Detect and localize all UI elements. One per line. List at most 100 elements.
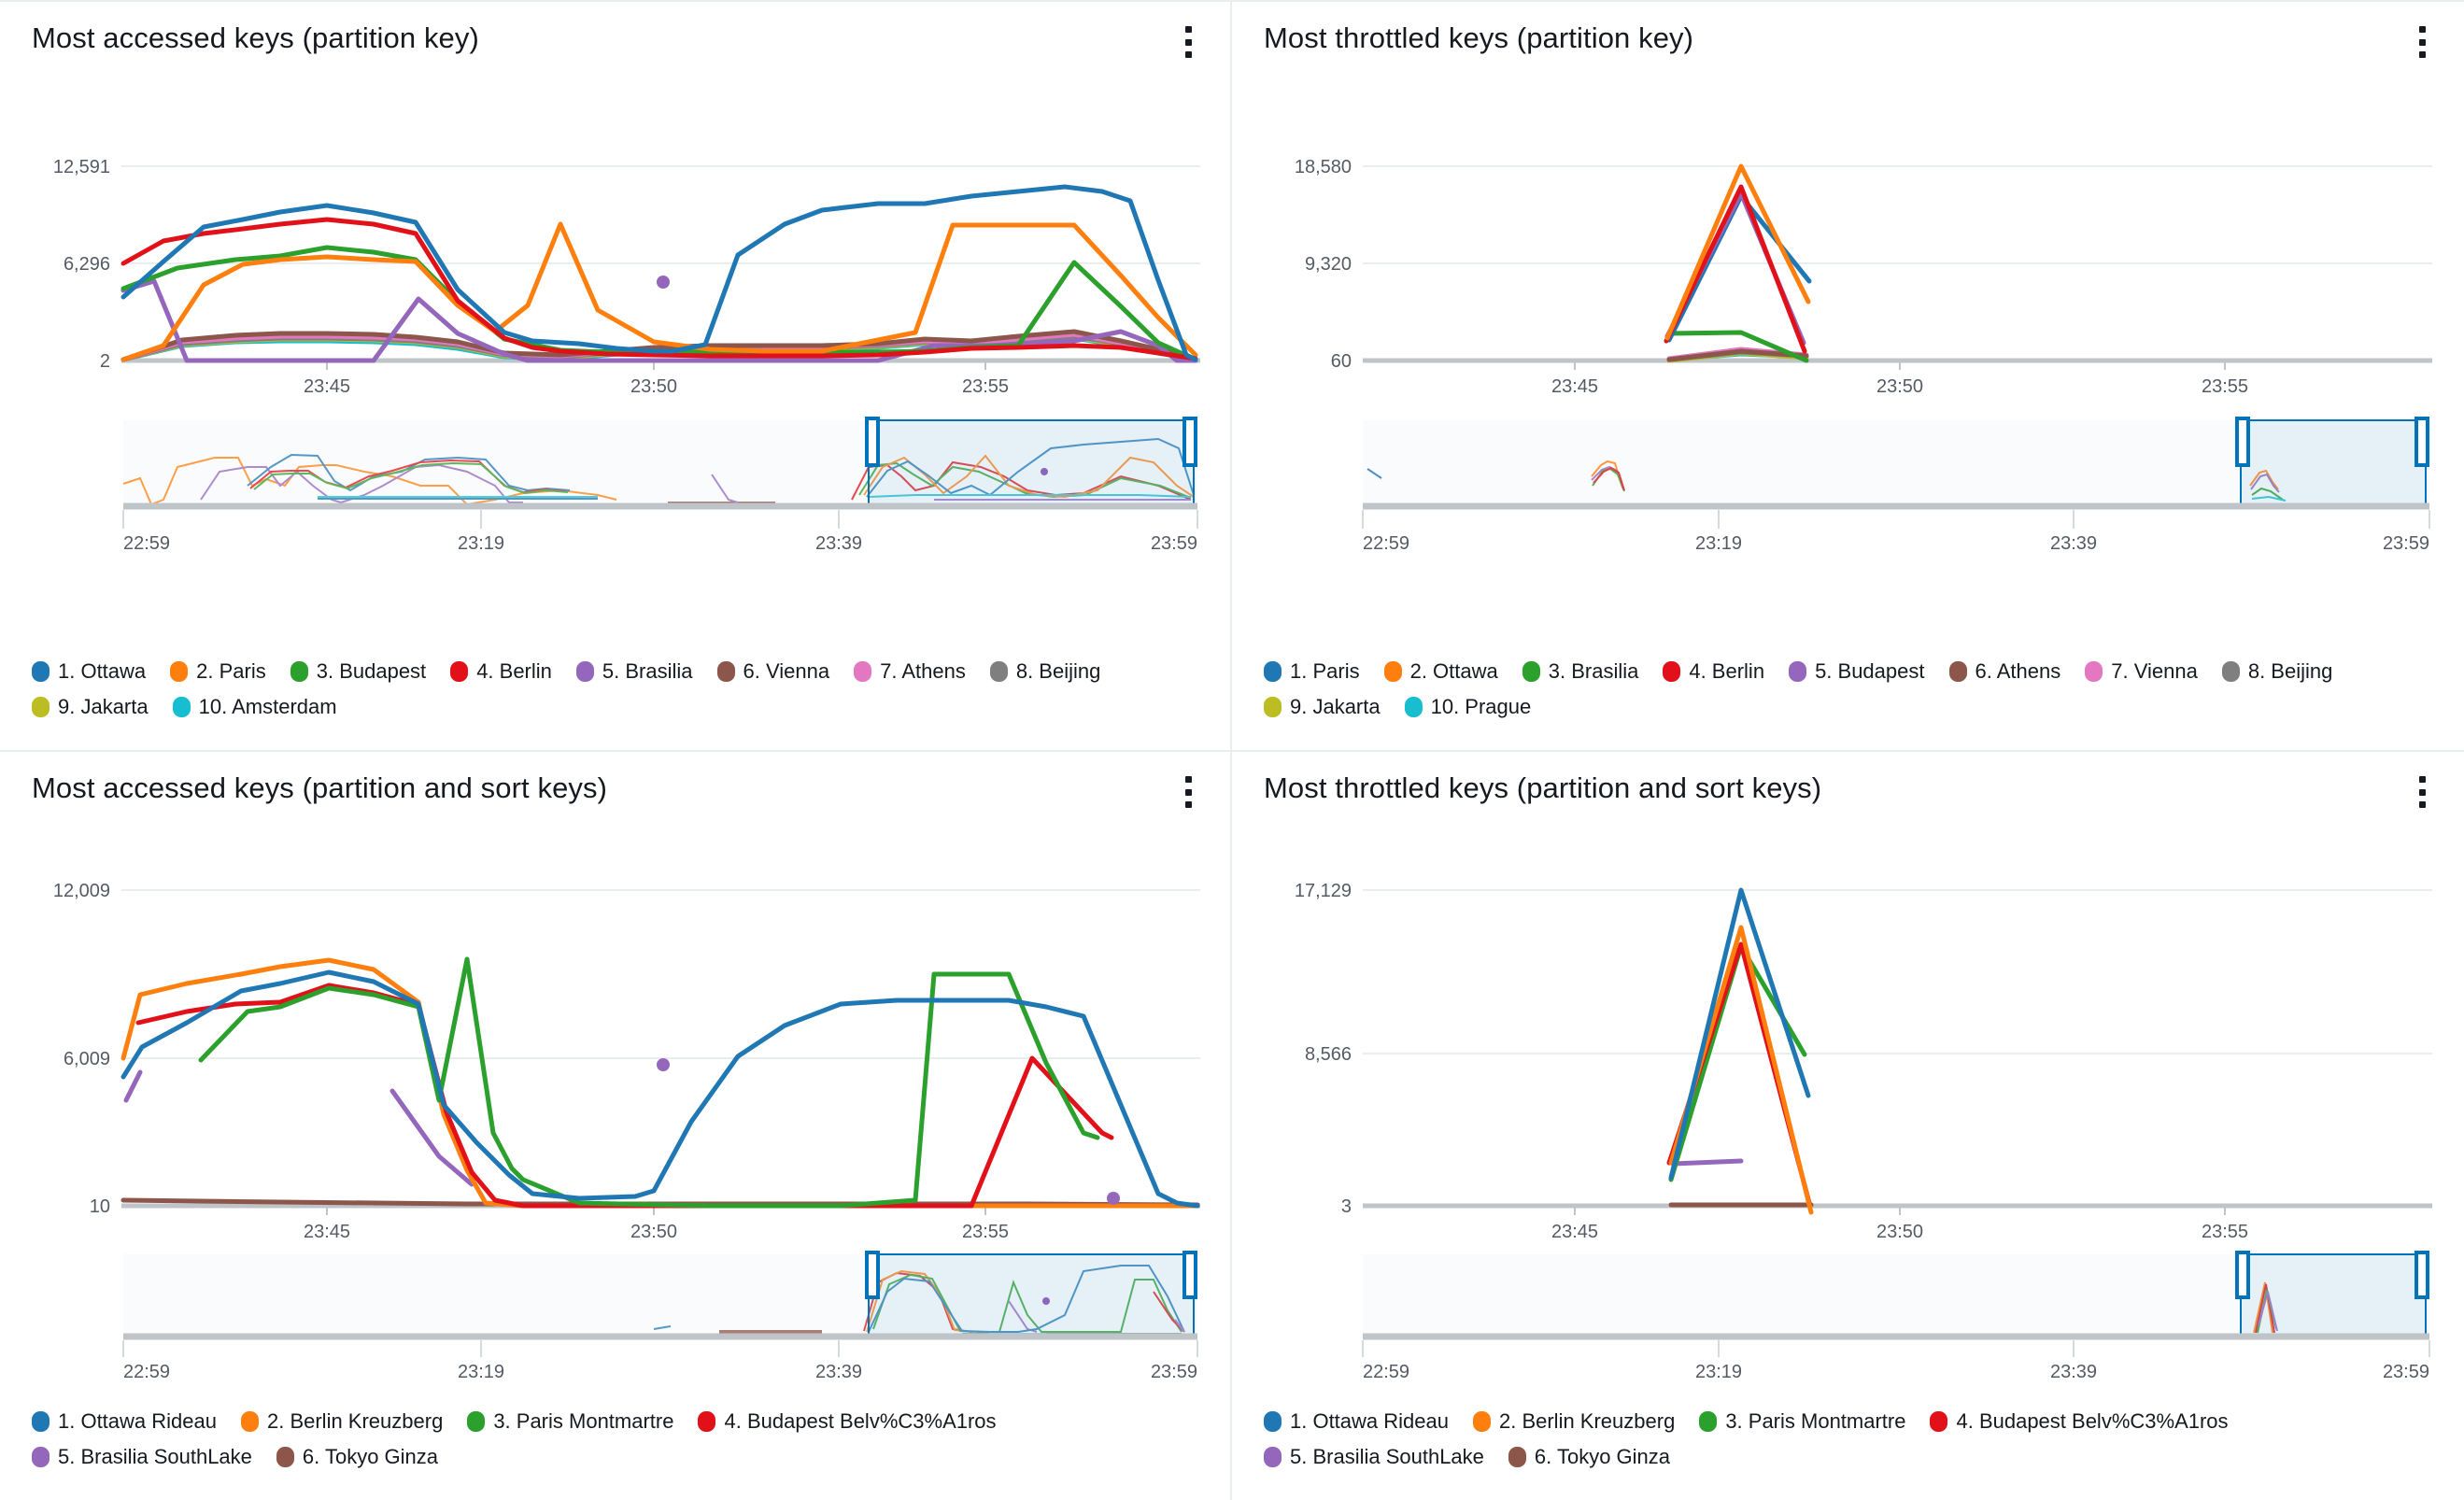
legend-color-swatch-icon xyxy=(854,661,872,682)
panel-header: Most throttled keys (partition key) xyxy=(1232,2,2464,75)
legend-item[interactable]: 10. Amsterdam xyxy=(172,691,337,723)
legend-item[interactable]: 1. Paris xyxy=(1264,656,1360,687)
legend-item[interactable]: 3. Paris Montmartre xyxy=(467,1406,673,1437)
line-chart-svg: 12,591 6,296 2 23:45 23:50 23:55 22:59 2… xyxy=(53,157,1200,554)
chart-legend: 1. Paris 2. Ottawa 3. Brasilia 4. Berlin 5. … xyxy=(1232,654,2464,723)
kebab-menu-icon[interactable] xyxy=(2408,21,2436,64)
legend-item[interactable]: 6. Tokyo Ginza xyxy=(1508,1441,1670,1473)
legend-item[interactable]: 9. Jakarta xyxy=(1264,691,1381,723)
x-tick-label: 23:45 xyxy=(1551,376,1598,397)
minimap-brush-handle-right[interactable] xyxy=(1182,417,1197,467)
x-tick-label: 23:55 xyxy=(962,1222,1009,1242)
series-line-4-budapest-belvaros xyxy=(135,983,1114,1209)
minimap-tick-label: 22:59 xyxy=(1363,1362,1409,1382)
legend-label: 9. Jakarta xyxy=(1290,695,1381,718)
series-line-3-paris-montmartre xyxy=(1668,943,1807,1182)
page-title: Most throttled keys (partition and sort … xyxy=(1264,771,1822,805)
legend-item[interactable]: 5. Brasilia SouthLake xyxy=(32,1441,252,1473)
legend-item[interactable]: 1. Ottawa Rideau xyxy=(32,1406,217,1437)
legend-item[interactable]: 4. Berlin xyxy=(450,656,552,687)
legend-label: 6. Athens xyxy=(1975,659,2061,683)
minimap-tick-label: 23:19 xyxy=(458,1362,504,1382)
legend-item[interactable]: 10. Prague xyxy=(1404,691,1532,723)
series-line-5-budapest xyxy=(1664,191,1806,346)
kebab-menu-icon[interactable] xyxy=(2408,771,2436,814)
series-line-2-berlin-kreuzberg xyxy=(1668,925,1814,1215)
minimap-tick-label: 23:19 xyxy=(1695,533,1742,554)
legend-color-swatch-icon xyxy=(1383,661,1402,682)
minimap-brush-handle-right[interactable] xyxy=(1182,1251,1197,1299)
legend-color-swatch-icon xyxy=(575,661,594,682)
legend-label: 10. Prague xyxy=(1430,695,1532,718)
minimap-brush-handle-left[interactable] xyxy=(2235,417,2250,467)
legend-item[interactable]: 9. Jakarta xyxy=(32,691,149,723)
legend-item[interactable]: 5. Budapest xyxy=(1789,656,1925,687)
legend-item[interactable]: 7. Athens xyxy=(854,656,966,687)
legend-label: 3. Paris Montmartre xyxy=(1725,1409,1906,1433)
legend-item[interactable]: 3. Paris Montmartre xyxy=(1699,1406,1905,1437)
legend-color-swatch-icon xyxy=(1663,661,1681,682)
series-line-2-berlin-kreuzberg xyxy=(120,957,1200,1209)
legend-item[interactable]: 4. Berlin xyxy=(1663,656,1764,687)
y-tick-label: 10 xyxy=(90,1196,110,1217)
y-tick-label: 60 xyxy=(1331,351,1352,372)
legend-label: 2. Ottawa xyxy=(1409,659,1498,683)
series-lines xyxy=(120,956,1200,1209)
minimap-brush-selection[interactable] xyxy=(2240,419,2427,505)
legend-label: 2. Berlin Kreuzberg xyxy=(1498,1409,1676,1433)
x-tick-label: 23:55 xyxy=(2202,1222,2248,1242)
minimap-brush-handle-right[interactable] xyxy=(2414,417,2429,467)
minimap-brush-selection[interactable] xyxy=(2240,1253,2427,1336)
legend-item[interactable]: 1. Ottawa Rideau xyxy=(1264,1406,1449,1437)
y-tick-label: 2 xyxy=(100,351,110,372)
chart-canvas: 12,591 6,296 2 23:45 23:50 23:55 22:59 2… xyxy=(0,75,1230,654)
legend-color-swatch-icon xyxy=(450,661,469,682)
minimap-tick-label: 23:59 xyxy=(2383,533,2429,554)
y-tick-label: 8,566 xyxy=(1305,1044,1352,1065)
minimap-brush-handle-left[interactable] xyxy=(865,417,880,467)
legend-item[interactable]: 2. Paris xyxy=(170,656,266,687)
y-tick-label: 17,129 xyxy=(1295,881,1352,901)
legend-item[interactable]: 3. Budapest xyxy=(290,656,426,687)
minimap-brush-handle-left[interactable] xyxy=(2235,1251,2250,1299)
legend-item[interactable]: 7. Vienna xyxy=(2085,656,2198,687)
legend-color-swatch-icon xyxy=(2085,661,2103,682)
minimap-brush-selection[interactable] xyxy=(868,1253,1195,1336)
legend-item[interactable]: 6. Athens xyxy=(1948,656,2061,687)
minimap-brush-selection[interactable] xyxy=(868,419,1195,505)
legend-item[interactable]: 8. Beijing xyxy=(989,656,1100,687)
y-tick-label: 18,580 xyxy=(1295,157,1352,177)
legend-item[interactable]: 1. Ottawa xyxy=(32,656,146,687)
kebab-menu-icon[interactable] xyxy=(1174,771,1202,814)
legend-item[interactable]: 2. Ottawa xyxy=(1383,656,1498,687)
minimap-tick-label: 23:39 xyxy=(815,1362,862,1382)
legend-item[interactable]: 8. Beijing xyxy=(2221,656,2332,687)
panel-header: Most accessed keys (partition key) xyxy=(0,2,1230,75)
legend-item[interactable]: 2. Berlin Kreuzberg xyxy=(240,1406,443,1437)
legend-item[interactable]: 4. Budapest Belv%C3%A1ros xyxy=(698,1406,997,1437)
legend-label: 6. Vienna xyxy=(743,659,830,683)
legend-color-swatch-icon xyxy=(1472,1411,1491,1432)
legend-item[interactable]: 4. Budapest Belv%C3%A1ros xyxy=(1930,1406,2229,1437)
legend-item[interactable]: 5. Brasilia xyxy=(575,656,693,687)
legend-item[interactable]: 2. Berlin Kreuzberg xyxy=(1472,1406,1676,1437)
legend-label: 5. Brasilia xyxy=(602,659,693,683)
line-chart-svg: 12,009 6,009 10 23:45 23:50 23:55 22:59 … xyxy=(53,881,1200,1382)
panel-header: Most throttled keys (partition and sort … xyxy=(1232,752,2464,825)
line-chart-svg: 17,129 8,566 3 23:45 23:50 23:55 22:59 2… xyxy=(1295,881,2432,1382)
dashboard-grid: Most accessed keys (partition key) 12,59… xyxy=(0,0,2464,1500)
legend-color-swatch-icon xyxy=(698,1411,716,1432)
kebab-menu-icon[interactable] xyxy=(1174,21,1202,64)
legend-color-swatch-icon xyxy=(1264,661,1282,682)
legend-color-swatch-icon xyxy=(2221,661,2240,682)
legend-item[interactable]: 6. Vienna xyxy=(716,656,830,687)
minimap-brush-handle-left[interactable] xyxy=(865,1251,880,1299)
legend-label: 3. Paris Montmartre xyxy=(493,1409,674,1433)
legend-item[interactable]: 6. Tokyo Ginza xyxy=(276,1441,438,1473)
minimap-brush-handle-right[interactable] xyxy=(2414,1251,2429,1299)
widget-most-accessed-keys-partition-and-sort-keys: Most accessed keys (partition and sort k… xyxy=(0,750,1232,1500)
legend-item[interactable]: 3. Brasilia xyxy=(1522,656,1638,687)
legend-item[interactable]: 5. Brasilia SouthLake xyxy=(1264,1441,1484,1473)
legend-label: 9. Jakarta xyxy=(58,695,149,718)
widget-most-accessed-keys-partition-key: Most accessed keys (partition key) 12,59… xyxy=(0,0,1232,750)
